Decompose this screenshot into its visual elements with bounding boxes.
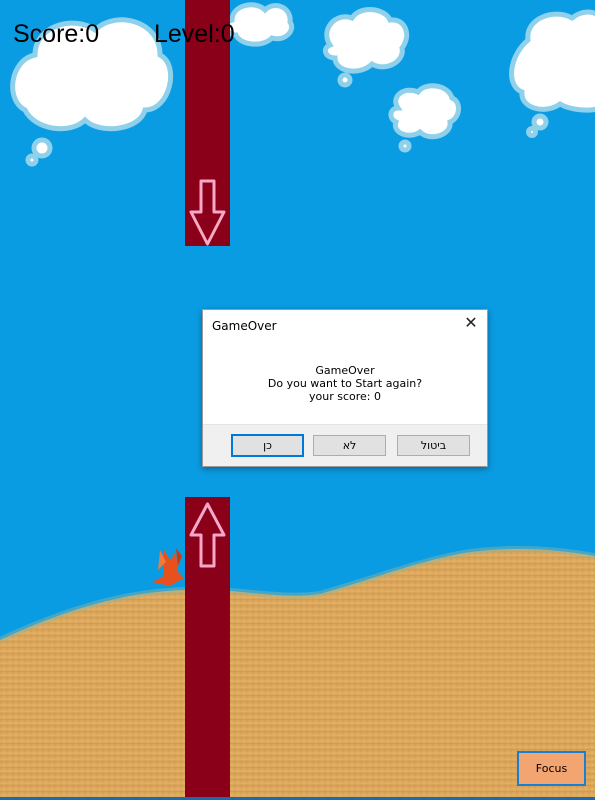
dialog-title: GameOver: [212, 319, 277, 333]
level-label: Level:0: [154, 20, 235, 48]
yes-button[interactable]: כן: [231, 434, 304, 457]
dialog-message-line1: GameOver: [315, 364, 375, 377]
dialog-message-line3: your score: 0: [309, 390, 381, 403]
cancel-button[interactable]: ביטול: [397, 435, 470, 456]
no-button[interactable]: לא: [313, 435, 386, 456]
cloud-top-center: [223, 2, 295, 47]
bottom-pipe: [185, 497, 230, 800]
score-label: Score:0: [13, 20, 100, 48]
dialog-message-line2: Do you want to Start again?: [267, 377, 423, 390]
dialog-footer: כן לא ביטול: [203, 424, 487, 466]
gameover-dialog: GameOver ✕ GameOver Do you want to Start…: [202, 309, 488, 467]
dialog-message: GameOver Do you want to Start again? you…: [260, 364, 430, 403]
focus-button[interactable]: Focus: [517, 751, 586, 786]
close-icon[interactable]: ✕: [463, 315, 479, 331]
